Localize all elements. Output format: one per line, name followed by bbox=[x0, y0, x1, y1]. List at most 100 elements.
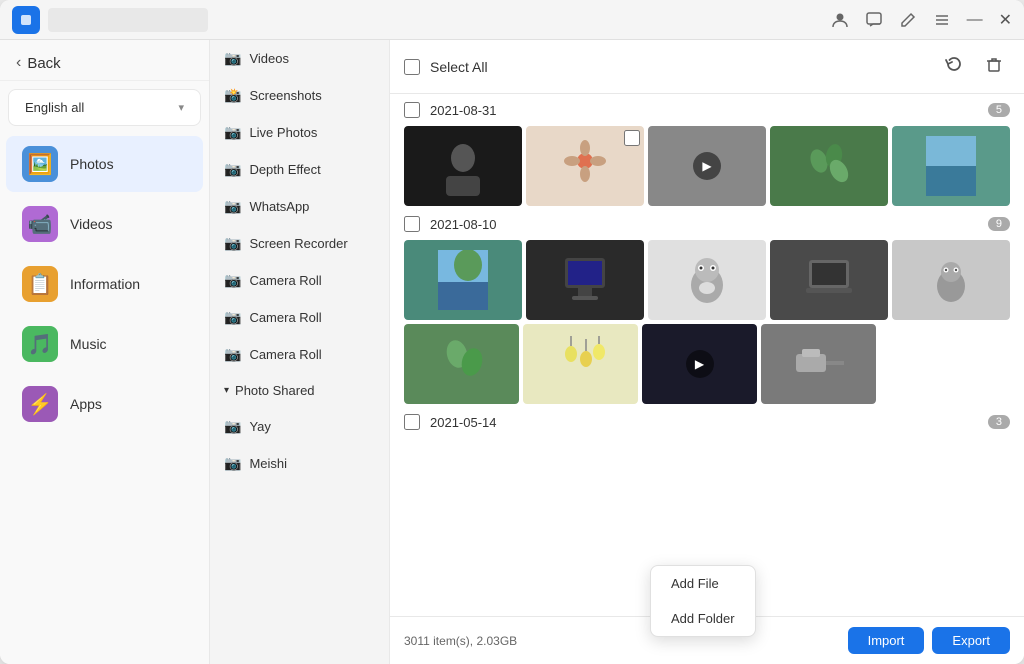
title-input[interactable] bbox=[48, 8, 208, 32]
photo-thumb[interactable] bbox=[770, 126, 888, 206]
toolbar-right bbox=[938, 48, 1010, 85]
computer-screen-icon bbox=[560, 250, 610, 310]
photo-thumb[interactable] bbox=[404, 126, 522, 206]
play-button[interactable]: ▶ bbox=[686, 350, 714, 378]
middle-item-yay[interactable]: 📷 Yay bbox=[210, 408, 389, 445]
chat-button[interactable] bbox=[865, 11, 883, 29]
refresh-button[interactable] bbox=[938, 48, 970, 85]
export-button[interactable]: Export bbox=[932, 627, 1010, 654]
live-photos-folder-icon: 📷 bbox=[224, 124, 241, 141]
middle-item-camera-roll-2[interactable]: 📷 Camera Roll bbox=[210, 299, 389, 336]
photo-thumb[interactable] bbox=[404, 240, 522, 320]
photo-thumb[interactable] bbox=[526, 126, 644, 206]
middle-label-whatsapp: WhatsApp bbox=[249, 199, 309, 214]
photo-thumb[interactable] bbox=[892, 240, 1010, 320]
photo-thumb[interactable] bbox=[892, 126, 1010, 206]
trash-icon bbox=[984, 54, 1004, 74]
sidebar-label-music: Music bbox=[70, 336, 107, 352]
photo-thumb[interactable]: ▶ bbox=[648, 126, 766, 206]
sidebar-label-information: Information bbox=[70, 276, 140, 292]
photo-checkbox[interactable] bbox=[624, 130, 640, 146]
back-label: Back bbox=[27, 55, 60, 72]
date-checkbox-1[interactable] bbox=[404, 102, 420, 118]
title-bar-left bbox=[12, 6, 208, 34]
photo-row-3: ▶ bbox=[404, 324, 1010, 404]
middle-item-camera-roll-3[interactable]: 📷 Camera Roll bbox=[210, 336, 389, 373]
middle-item-whatsapp[interactable]: 📷 WhatsApp bbox=[210, 188, 389, 225]
photo-shared-arrow-icon: ▾ bbox=[224, 385, 229, 396]
meishi-folder-icon: 📷 bbox=[224, 455, 241, 472]
sidebar-item-information[interactable]: 📋 Information bbox=[6, 256, 203, 312]
edit-button[interactable] bbox=[899, 11, 917, 29]
middle-label-live-photos: Live Photos bbox=[249, 125, 317, 140]
context-menu-add-folder[interactable]: Add Folder bbox=[651, 601, 755, 636]
middle-item-meishi[interactable]: 📷 Meishi bbox=[210, 445, 389, 482]
menu-button[interactable] bbox=[933, 11, 951, 29]
main-content: ‹ Back English all ▾ 🖼️ Photos 📹 Videos … bbox=[0, 40, 1024, 664]
middle-label-depth-effect: Depth Effect bbox=[249, 162, 320, 177]
photo-thumb[interactable] bbox=[770, 240, 888, 320]
photo-thumb[interactable] bbox=[404, 324, 519, 404]
tropical-icon bbox=[438, 250, 488, 310]
app-window: — ✕ ‹ Back English all ▾ 🖼️ Photos 📹 bbox=[0, 0, 1024, 664]
sidebar-item-photos[interactable]: 🖼️ Photos bbox=[6, 136, 203, 192]
toolbar-left: Select All bbox=[404, 59, 488, 75]
middle-item-screen-recorder[interactable]: 📷 Screen Recorder bbox=[210, 225, 389, 262]
sidebar-label-apps: Apps bbox=[70, 396, 102, 412]
import-button[interactable]: Import bbox=[848, 627, 925, 654]
user-button[interactable] bbox=[831, 11, 849, 29]
title-bar: — ✕ bbox=[0, 0, 1024, 40]
middle-item-camera-roll-1[interactable]: 📷 Camera Roll bbox=[210, 262, 389, 299]
depth-effect-folder-icon: 📷 bbox=[224, 161, 241, 178]
photo-thumb[interactable]: ▶ bbox=[642, 324, 757, 404]
laptop-icon bbox=[804, 250, 854, 310]
language-dropdown[interactable]: English all ▾ bbox=[8, 89, 201, 126]
sidebar-item-music[interactable]: 🎵 Music bbox=[6, 316, 203, 372]
back-button[interactable]: ‹ Back bbox=[16, 54, 61, 72]
sidebar-label-photos: Photos bbox=[70, 156, 114, 172]
photo-thumb[interactable] bbox=[761, 324, 876, 404]
totoro2-icon bbox=[926, 250, 976, 310]
menu-icon bbox=[933, 11, 951, 29]
beach-icon bbox=[926, 136, 976, 196]
play-button[interactable]: ▶ bbox=[693, 152, 721, 180]
context-menu-add-file[interactable]: Add File bbox=[651, 566, 755, 601]
leaves2-icon bbox=[437, 334, 487, 394]
close-button[interactable]: ✕ bbox=[999, 10, 1012, 30]
app-icon bbox=[12, 6, 40, 34]
portrait-icon bbox=[438, 136, 488, 196]
sidebar-item-videos[interactable]: 📹 Videos bbox=[6, 196, 203, 252]
select-all-label[interactable]: Select All bbox=[430, 59, 488, 75]
date-label-2: 2021-08-10 bbox=[430, 217, 978, 232]
minimize-button[interactable]: — bbox=[967, 11, 983, 29]
date-label-3: 2021-05-14 bbox=[430, 415, 978, 430]
bottom-buttons: Import Export bbox=[848, 627, 1010, 654]
date-section-2021-08-31: 2021-08-31 5 ▶ bbox=[404, 102, 1010, 206]
music-icon: 🎵 bbox=[22, 326, 58, 362]
middle-label-camera-roll-3: Camera Roll bbox=[249, 347, 321, 362]
middle-item-videos[interactable]: 📷 Videos bbox=[210, 40, 389, 77]
date-checkbox-2[interactable] bbox=[404, 216, 420, 232]
middle-label-meishi: Meishi bbox=[249, 456, 287, 471]
photo-row-1: ▶ bbox=[404, 126, 1010, 206]
photos-icon: 🖼️ bbox=[22, 146, 58, 182]
pencil-icon bbox=[899, 11, 917, 29]
refresh-icon bbox=[944, 54, 964, 74]
cable-icon bbox=[794, 334, 844, 394]
content-toolbar: Select All bbox=[390, 40, 1024, 94]
screen-recorder-icon: 📷 bbox=[224, 235, 241, 252]
date-section-2021-05-14: 2021-05-14 3 bbox=[404, 414, 1010, 430]
date-checkbox-3[interactable] bbox=[404, 414, 420, 430]
photo-thumb[interactable] bbox=[648, 240, 766, 320]
photo-thumb[interactable] bbox=[526, 240, 644, 320]
middle-item-live-photos[interactable]: 📷 Live Photos bbox=[210, 114, 389, 151]
sidebar-item-apps[interactable]: ⚡ Apps bbox=[6, 376, 203, 432]
middle-item-depth-effect[interactable]: 📷 Depth Effect bbox=[210, 151, 389, 188]
middle-item-screenshots[interactable]: 📸 Screenshots bbox=[210, 77, 389, 114]
photo-thumb[interactable] bbox=[523, 324, 638, 404]
delete-button[interactable] bbox=[978, 48, 1010, 85]
flower-icon bbox=[560, 136, 610, 196]
photo-shared-header[interactable]: ▾ Photo Shared bbox=[210, 373, 389, 408]
select-all-checkbox[interactable] bbox=[404, 59, 420, 75]
videos-icon: 📹 bbox=[22, 206, 58, 242]
